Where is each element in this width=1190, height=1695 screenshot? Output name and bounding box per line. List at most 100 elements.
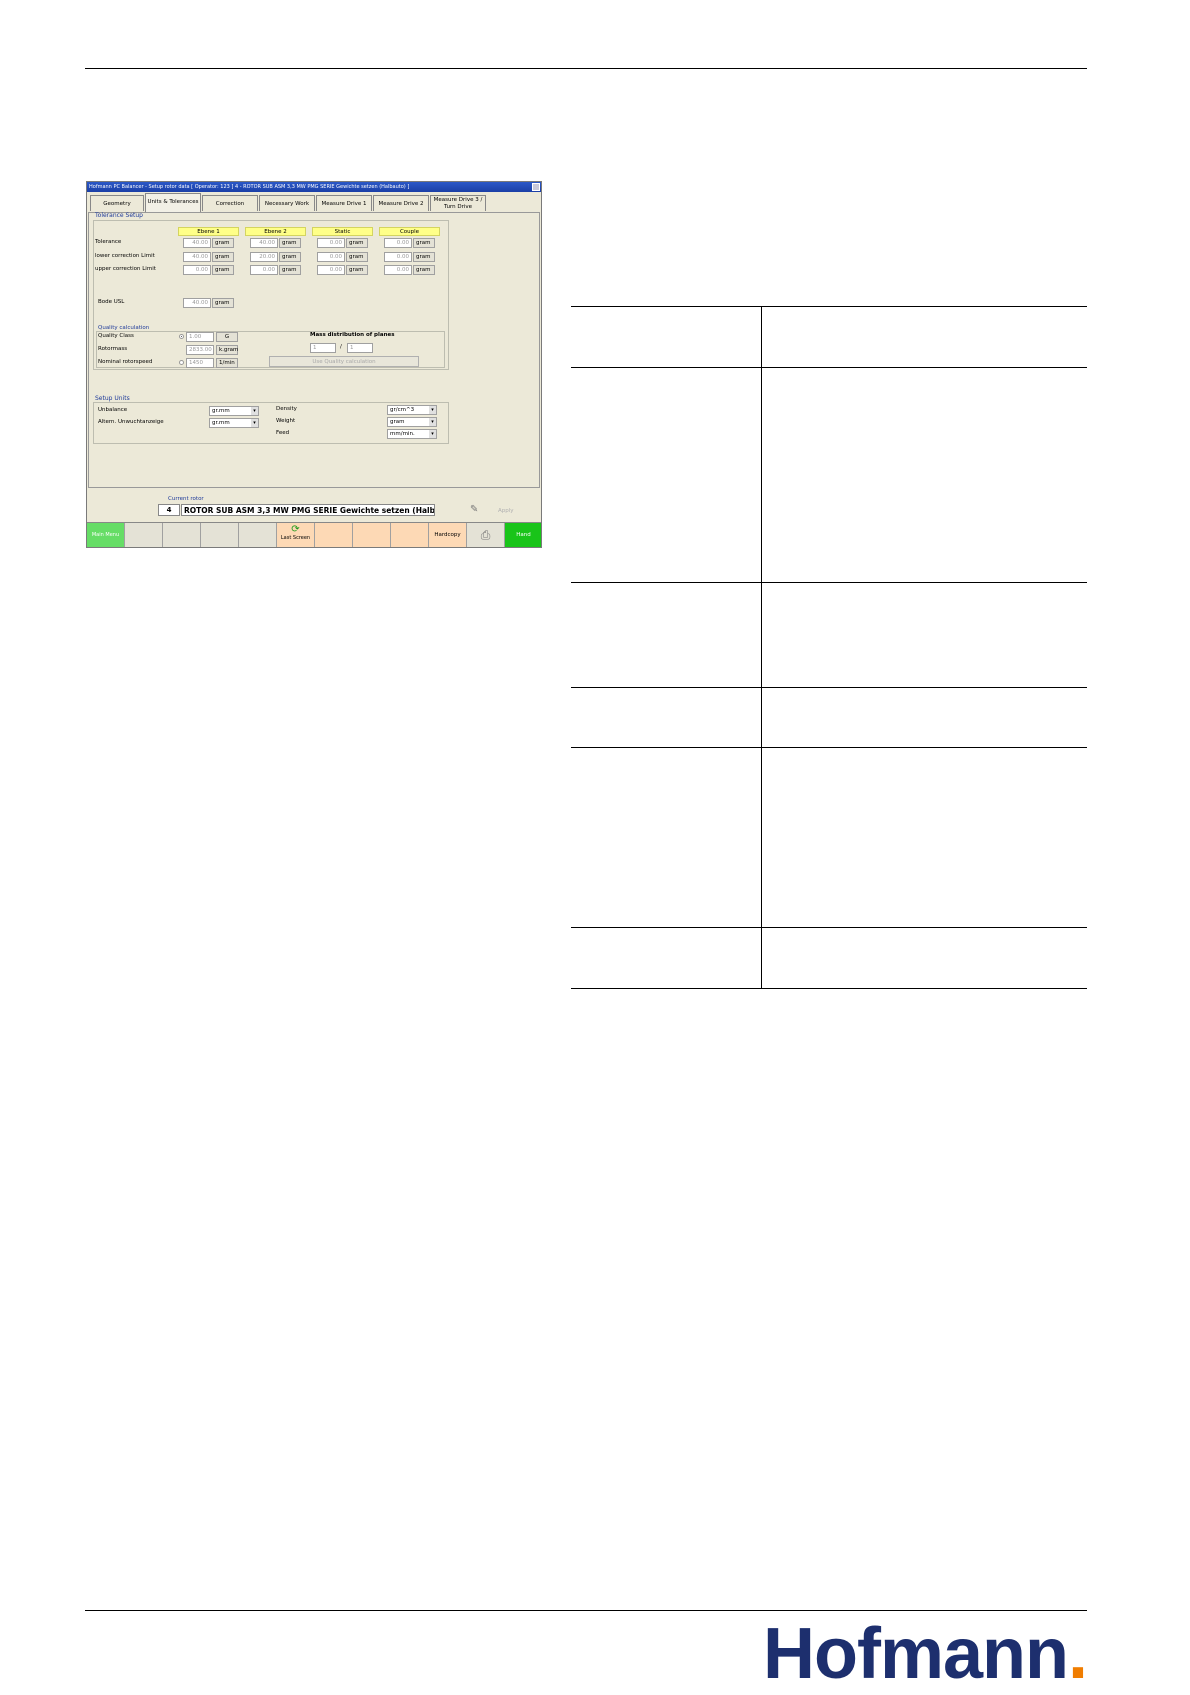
tab-units-tolerances[interactable]: Units & Tolerances — [145, 193, 201, 212]
function-key-3[interactable] — [163, 523, 201, 547]
tolerance-static-input[interactable]: 0.00 — [317, 238, 345, 248]
rotor-number: 4 — [158, 504, 180, 516]
mass-distribution-a-input[interactable]: 1 — [310, 343, 336, 353]
rotormass-label: Rotormass — [98, 346, 128, 352]
tab-correction[interactable]: Correction — [202, 195, 258, 211]
setup-units-title: Setup Units — [95, 395, 130, 402]
window-title: Hofmann PC Balancer - Setup rotor data [… — [87, 182, 541, 192]
rotorspeed-unit: 1/min — [216, 358, 238, 368]
rotor-name: ROTOR SUB ASM 3,3 MW PMG SERIE Gewichte … — [181, 504, 435, 516]
chevron-down-icon: ▾ — [429, 406, 436, 414]
tab-necessary-work[interactable]: Necessary Work — [259, 195, 315, 211]
footer-rule — [85, 1610, 1087, 1611]
current-rotor-bar: Current rotor 4 ROTOR SUB ASM 3,3 MW PMG… — [88, 494, 540, 516]
unbalance-select[interactable]: gr.mm ▾ — [209, 406, 259, 416]
quality-class-unit: G — [216, 332, 238, 342]
chevron-down-icon: ▾ — [429, 430, 436, 438]
tolerance-couple-input[interactable]: 0.00 — [384, 238, 412, 248]
bode-usl-label: Bode USL — [98, 299, 125, 305]
brand-name: Hofmann — [763, 1614, 1069, 1694]
rotorspeed-radio[interactable] — [179, 360, 184, 365]
tolerance-ebene1-input[interactable]: 40.00 — [183, 238, 211, 248]
lower-limit-static-input[interactable]: 0.00 — [317, 252, 345, 262]
function-key-5[interactable] — [239, 523, 277, 547]
tab-measure-drive-3[interactable]: Measure Drive 3 / Turn Drive — [430, 195, 486, 211]
bode-usl-input[interactable]: 40.00 — [183, 298, 211, 308]
last-screen-label: Last Screen — [280, 535, 311, 541]
upper-limit-ebene1-input[interactable]: 0.00 — [183, 265, 211, 275]
function-key-7[interactable] — [315, 523, 353, 547]
quality-class-label: Quality Class — [98, 333, 134, 339]
nominal-rotorspeed-label: Nominal rotorspeed — [98, 359, 153, 365]
unit-label: gram — [279, 238, 301, 248]
column-couple: Couple — [379, 227, 440, 236]
column-ebene-2: Ebene 2 — [245, 227, 306, 236]
upper-limit-ebene2-input[interactable]: 0.00 — [250, 265, 278, 275]
unit-label: gram — [413, 265, 435, 275]
lower-limit-ebene1-input[interactable]: 40.00 — [183, 252, 211, 262]
tab-geometry[interactable]: Geometry — [90, 195, 144, 211]
pencil-icon[interactable]: ✎ — [470, 504, 478, 515]
hofmann-logo: Hofmann. — [763, 1613, 1088, 1695]
altern-unwucht-select[interactable]: gr.mm ▾ — [209, 418, 259, 428]
rotorspeed-input[interactable]: 1450 — [186, 358, 214, 368]
unit-label: gram — [212, 252, 234, 262]
lower-limit-ebene2-input[interactable]: 20.00 — [250, 252, 278, 262]
function-key-4[interactable] — [201, 523, 239, 547]
table-rule — [571, 306, 1087, 307]
table-rule — [571, 927, 1087, 928]
lower-limit-couple-input[interactable]: 0.00 — [384, 252, 412, 262]
chevron-down-icon: ▾ — [429, 418, 436, 426]
printer-icon[interactable]: ⎙ — [467, 523, 505, 547]
upper-limit-static-input[interactable]: 0.00 — [317, 265, 345, 275]
mass-distribution-label: Mass distribution of planes — [310, 332, 395, 338]
lower-limit-label: lower correction Limit — [95, 253, 155, 259]
function-key-2[interactable] — [125, 523, 163, 547]
unit-label: gram — [413, 252, 435, 262]
altern-unwucht-value: gr.mm — [212, 420, 230, 426]
tolerance-ebene2-input[interactable]: 40.00 — [250, 238, 278, 248]
unbalance-value: gr.mm — [212, 408, 230, 414]
weight-select[interactable]: gram ▾ — [387, 417, 437, 427]
tab-measure-drive-2[interactable]: Measure Drive 2 — [373, 195, 429, 211]
feed-select[interactable]: mm/min. ▾ — [387, 429, 437, 439]
function-key-9[interactable] — [391, 523, 429, 547]
upper-limit-label: upper correction Limit — [95, 266, 156, 272]
refresh-icon: ⟳ — [291, 524, 300, 535]
table-rule — [571, 582, 1087, 583]
feed-value: mm/min. — [390, 431, 415, 437]
use-quality-calculation-button[interactable]: Use Quality calculation — [269, 356, 419, 367]
unit-label: gram — [212, 298, 234, 308]
hardcopy-button[interactable]: Hardcopy — [429, 523, 467, 547]
main-menu-button[interactable]: Main Menu — [87, 523, 125, 547]
quality-class-input[interactable]: 1.00 — [186, 332, 214, 342]
hand-button[interactable]: Hand — [505, 523, 541, 547]
quality-class-radio[interactable] — [179, 334, 184, 339]
close-icon[interactable] — [532, 183, 540, 191]
unit-label: gram — [212, 265, 234, 275]
rotormass-input[interactable]: 2833.00 — [186, 345, 214, 355]
table-column-divider — [761, 306, 762, 989]
unit-label: gram — [279, 265, 301, 275]
table-rule — [571, 747, 1087, 748]
units-tolerances-panel: Tolerance Setup Ebene 1 Ebene 2 Static C… — [88, 212, 540, 488]
unit-label: gram — [346, 265, 368, 275]
density-select[interactable]: gr/cm^3 ▾ — [387, 405, 437, 415]
tolerance-setup-title: Tolerance Setup — [95, 212, 143, 219]
brand-dot: . — [1067, 1614, 1088, 1694]
unit-label: gram — [279, 252, 301, 262]
table-rule — [571, 367, 1087, 368]
column-static: Static — [312, 227, 373, 236]
unbalance-label: Unbalance — [98, 407, 128, 413]
unit-label: gram — [212, 238, 234, 248]
upper-limit-couple-input[interactable]: 0.00 — [384, 265, 412, 275]
tab-measure-drive-1[interactable]: Measure Drive 1 — [316, 195, 372, 211]
apply-button[interactable]: Apply — [498, 508, 514, 514]
function-key-8[interactable] — [353, 523, 391, 547]
unit-label: gram — [346, 238, 368, 248]
mass-distribution-b-input[interactable]: 1 — [347, 343, 373, 353]
feed-label: Feed — [276, 430, 290, 436]
weight-value: gram — [390, 419, 405, 425]
last-screen-button[interactable]: ⟳ Last Screen — [277, 523, 315, 547]
rotormass-unit: k.gram — [216, 345, 238, 355]
